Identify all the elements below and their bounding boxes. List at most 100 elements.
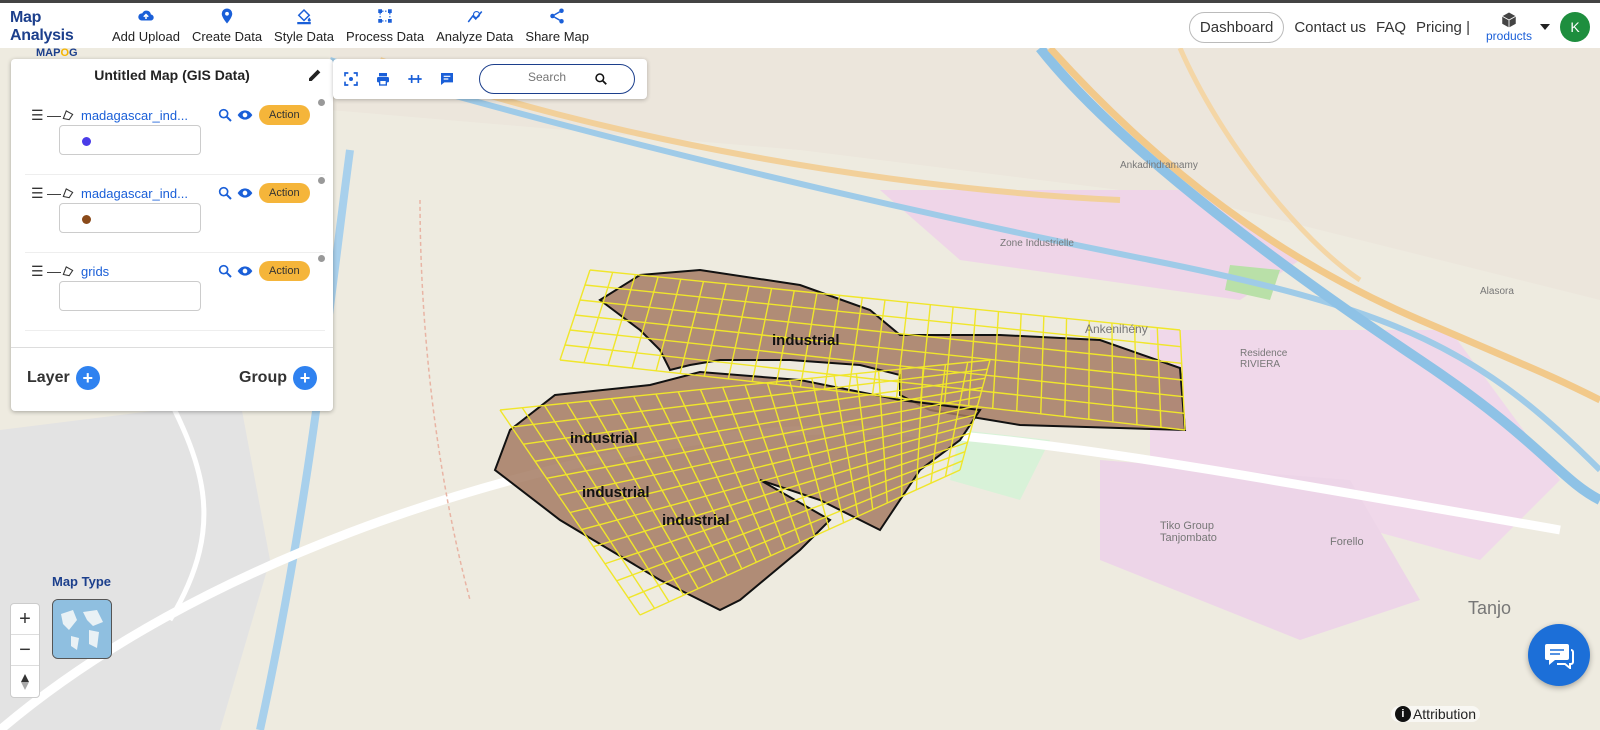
map-type-switcher[interactable] <box>52 599 112 659</box>
layer-legend[interactable] <box>59 203 201 233</box>
zoom-to-layer-icon[interactable] <box>217 107 233 123</box>
brand-title: Map Analysis <box>10 9 74 44</box>
layer-name[interactable]: grids <box>81 264 213 279</box>
main-nav: Add Upload Create Data Style Data Proces… <box>106 7 595 44</box>
nav-label: Style Data <box>274 29 335 44</box>
avatar[interactable]: K <box>1560 12 1590 42</box>
zoom-to-layer-icon[interactable] <box>217 263 233 279</box>
location-pin-icon <box>221 8 233 24</box>
search-input[interactable] <box>492 70 602 84</box>
industrial-label: industrial <box>582 484 650 501</box>
action-button[interactable]: Action <box>259 261 310 281</box>
action-button[interactable]: Action <box>259 105 310 125</box>
cloud-upload-icon <box>138 10 154 21</box>
compass-icon <box>21 673 29 690</box>
zoom-to-layer-icon[interactable] <box>217 185 233 201</box>
dashboard-button[interactable]: Dashboard <box>1188 11 1285 43</box>
nav-label: Analyze Data <box>436 29 514 44</box>
layer-item: ☰ — madagascar_ind... Action <box>25 97 325 175</box>
map-type-label: Map Type <box>52 574 111 589</box>
nav-analyze-data[interactable]: Analyze Data <box>430 7 519 44</box>
place-label: Forello <box>1330 536 1364 548</box>
compass-button[interactable] <box>11 666 39 697</box>
place-label: Zone Industrielle <box>1000 238 1074 249</box>
eye-icon[interactable] <box>237 107 253 123</box>
drag-handle-icon[interactable]: ☰ <box>31 185 47 202</box>
map-title: Untitled Map (GIS Data) <box>94 67 250 83</box>
nav-style-data[interactable]: Style Data <box>268 7 340 44</box>
plus-icon[interactable]: + <box>293 366 317 390</box>
legend-swatch <box>82 137 91 146</box>
top-bar: Map Analysis MAPOG Add Upload Create Dat… <box>0 0 1600 59</box>
chat-bubble-icon <box>1545 644 1574 669</box>
layer-legend[interactable] <box>59 281 201 311</box>
industrial-label: industrial <box>662 512 730 529</box>
nav-process-data[interactable]: Process Data <box>340 7 430 44</box>
measure-icon[interactable] <box>407 71 423 87</box>
zoom-out-button[interactable]: − <box>11 635 39 666</box>
legend-swatch <box>82 215 91 224</box>
analyze-chart-icon <box>467 10 483 23</box>
brand-subtitle: MAPOG <box>36 47 78 59</box>
chevron-down-icon[interactable] <box>1540 24 1550 30</box>
collapse-icon[interactable]: — <box>47 185 61 201</box>
add-layer-button[interactable]: Layer + <box>27 366 100 390</box>
drag-handle-icon[interactable]: ☰ <box>31 107 47 124</box>
layer-item: ☰ — madagascar_ind... Action <box>25 175 325 253</box>
action-button[interactable]: Action <box>259 183 310 203</box>
faq-link[interactable]: FAQ <box>1376 19 1406 36</box>
plus-icon[interactable]: + <box>75 366 100 390</box>
polygon-icon <box>62 266 74 277</box>
collapse-icon[interactable]: — <box>47 263 61 279</box>
nav-create-data[interactable]: Create Data <box>186 7 268 44</box>
layer-legend[interactable] <box>59 125 201 155</box>
contact-link[interactable]: Contact us <box>1294 19 1366 36</box>
products-label: products <box>1485 29 1532 43</box>
layer-name[interactable]: madagascar_ind... <box>81 186 213 201</box>
zoom-in-button[interactable]: + <box>11 604 39 635</box>
nav-label: Process Data <box>346 29 425 44</box>
header-right: Dashboard Contact us FAQ Pricing | produ… <box>1188 3 1600 51</box>
nav-label: Share Map <box>525 29 589 44</box>
search-icon[interactable] <box>594 72 608 86</box>
fullscreen-icon[interactable] <box>343 71 359 87</box>
add-layer-label: Layer <box>27 369 70 386</box>
info-icon: i <box>1394 706 1411 722</box>
add-group-label: Group <box>239 369 287 386</box>
eye-icon[interactable] <box>237 185 253 201</box>
comment-icon[interactable] <box>439 71 455 87</box>
products-menu[interactable]: products <box>1486 11 1532 43</box>
layers-panel: Untitled Map (GIS Data) ☰ — madagascar_i… <box>11 59 333 411</box>
search-box <box>479 64 635 94</box>
paint-bucket-icon <box>297 8 311 25</box>
zoom-controls: + − <box>10 603 40 698</box>
panel-footer: Layer + Group + <box>11 347 333 411</box>
process-nodes-icon <box>378 9 392 23</box>
brand-logo[interactable]: Map Analysis MAPOG <box>10 9 105 59</box>
place-label: Ankenihény <box>1085 322 1148 336</box>
collapse-icon[interactable]: — <box>47 107 61 123</box>
share-icon <box>550 8 564 24</box>
attribution-toggle[interactable]: i Attribution <box>1390 706 1480 722</box>
place-label: Tiko Group Tanjombato <box>1160 520 1217 544</box>
place-label: Tanjo <box>1468 598 1512 618</box>
print-icon[interactable] <box>375 71 391 87</box>
industrial-label: industrial <box>570 430 638 447</box>
place-label: Residence RIVIERA <box>1240 348 1288 370</box>
place-label: Alasora <box>1480 286 1514 297</box>
polygon-icon <box>62 110 74 121</box>
place-label: Ankadindramamy <box>1120 160 1198 171</box>
add-group-button[interactable]: Group + <box>239 366 317 390</box>
eye-icon[interactable] <box>237 263 253 279</box>
industrial-label: industrial <box>772 332 840 349</box>
attribution-label: Attribution <box>1412 706 1476 722</box>
layer-name[interactable]: madagascar_ind... <box>81 108 213 123</box>
nav-label: Create Data <box>191 29 263 44</box>
nav-add-upload[interactable]: Add Upload <box>106 7 186 44</box>
nav-share-map[interactable]: Share Map <box>519 7 595 44</box>
pencil-icon[interactable] <box>307 67 323 83</box>
nav-label: Add Upload <box>112 29 180 44</box>
drag-handle-icon[interactable]: ☰ <box>31 263 47 280</box>
pricing-link[interactable]: Pricing | <box>1416 19 1470 36</box>
chat-button[interactable] <box>1528 624 1590 686</box>
